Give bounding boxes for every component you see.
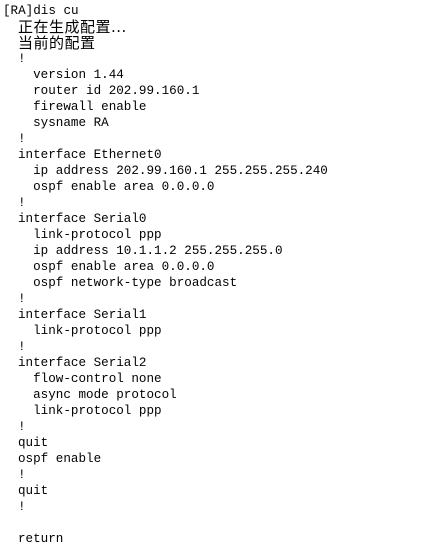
config-line: quit bbox=[18, 484, 49, 498]
config-line: ospf network-type broadcast bbox=[18, 276, 238, 290]
config-line: interface Serial2 bbox=[18, 356, 147, 370]
config-line: ! bbox=[18, 132, 26, 146]
config-line: flow-control none bbox=[18, 372, 162, 386]
config-line: link-protocol ppp bbox=[18, 404, 162, 418]
config-line: return bbox=[18, 532, 64, 546]
config-line: interface Ethernet0 bbox=[18, 148, 162, 162]
config-line: ! bbox=[18, 340, 26, 354]
config-line: router id 202.99.160.1 bbox=[18, 84, 200, 98]
config-line: ip address 10.1.1.2 255.255.255.0 bbox=[18, 244, 283, 258]
config-line: ospf enable bbox=[18, 452, 102, 466]
current-config-heading: 当前的配置 bbox=[18, 34, 96, 52]
config-line: ! bbox=[18, 52, 26, 66]
command-prompt-line: [RA]dis cu bbox=[3, 4, 79, 18]
config-line: firewall enable bbox=[18, 100, 147, 114]
config-line: link-protocol ppp bbox=[18, 228, 162, 242]
config-line: interface Serial0 bbox=[18, 212, 147, 226]
config-line: version 1.44 bbox=[18, 68, 124, 82]
config-line: ! bbox=[18, 420, 26, 434]
config-line: ip address 202.99.160.1 255.255.255.240 bbox=[18, 164, 328, 178]
generating-config-message: 正在生成配置... bbox=[18, 18, 127, 36]
config-line: sysname RA bbox=[18, 116, 109, 130]
config-line: quit bbox=[18, 436, 49, 450]
config-line: ! bbox=[18, 292, 26, 306]
config-line: ! bbox=[18, 196, 26, 210]
config-line: async mode protocol bbox=[18, 388, 177, 402]
config-line: ospf enable area 0.0.0.0 bbox=[18, 180, 215, 194]
config-line: interface Serial1 bbox=[18, 308, 147, 322]
config-line: ! bbox=[18, 500, 26, 514]
config-line: ospf enable area 0.0.0.0 bbox=[18, 260, 215, 274]
config-line: ! bbox=[18, 468, 26, 482]
config-line: link-protocol ppp bbox=[18, 324, 162, 338]
terminal-output: [RA]dis cu 正在生成配置... 当前的配置 ! version 1.4… bbox=[0, 0, 426, 555]
